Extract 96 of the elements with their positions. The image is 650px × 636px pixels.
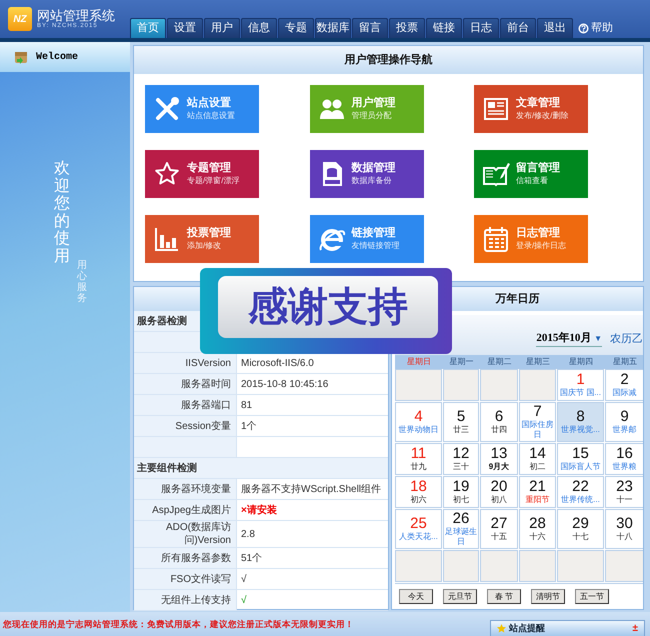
nav-tab[interactable]: 投票	[389, 18, 425, 38]
calendar-day[interactable]: 26 足球诞生日	[443, 509, 479, 549]
nav-tab[interactable]: 设置	[167, 18, 203, 38]
calendar-day[interactable]: 23 十一	[605, 476, 643, 508]
calendar-icon	[482, 225, 510, 253]
nav-tile[interactable]: 链接管理 友情链接管理	[310, 215, 424, 263]
calendar-day[interactable]: 20 初八	[480, 476, 518, 508]
calendar-day[interactable]: 6 廿四	[480, 402, 518, 442]
calendar-button[interactable]: 元旦节	[443, 589, 477, 604]
weekday-header: 星期三	[519, 355, 557, 369]
weekday-header: 星期日	[395, 355, 443, 369]
calendar-day[interactable]: 16 世界粮	[605, 443, 643, 475]
calendar-day[interactable]: 8 世界视觉...	[557, 402, 604, 442]
field-value: √	[241, 594, 246, 608]
calendar-button[interactable]: 今天	[399, 589, 433, 604]
calendar-day[interactable]: 22 世界传统...	[557, 476, 604, 508]
calendar-day[interactable]: 27 十五	[480, 509, 518, 549]
calendar-day[interactable]: 5 廿三	[443, 402, 479, 442]
nav-tab[interactable]: 用户	[204, 18, 240, 38]
field-label: Session变量	[134, 416, 236, 436]
help-icon	[578, 22, 589, 34]
field-value: Microsoft-IIS/6.0	[241, 356, 314, 370]
field-label: AspJpeg生成图片	[134, 500, 236, 520]
month-select[interactable]: 2015年10月 ▼	[536, 330, 602, 347]
weekday-header: 星期四	[557, 355, 605, 369]
field-value: 2015-10-8 10:45:16	[241, 378, 328, 392]
field-value: 81	[241, 398, 252, 412]
document-icon	[482, 95, 510, 123]
calendar-day[interactable]: 13 9月大	[480, 443, 518, 475]
calendar-button[interactable]: 清明节	[531, 589, 565, 604]
star-icon	[497, 624, 506, 633]
calendar-day[interactable]: 21 重阳节	[519, 476, 556, 508]
calendar-day[interactable]: 1 国庆节 国...	[557, 369, 604, 401]
weekday-header: 星期二	[480, 355, 519, 369]
app-title: 网站管理系统	[37, 8, 115, 22]
nav-tab[interactable]: 日志	[463, 18, 499, 38]
calendar-button[interactable]: 春 节	[487, 589, 521, 604]
calendar-day[interactable]: 15 国际盲人节	[557, 443, 604, 475]
logo-icon: NZ	[8, 7, 32, 31]
field-label: IISVersion	[134, 353, 236, 373]
nav-tile[interactable]: 专题管理 专题/弹窗/漂浮	[145, 150, 259, 198]
trial-notice: 您现在使用的是宁志网站管理系统：免费试用版本，建议您注册正式版本无限制更实用！	[2, 618, 354, 630]
calendar-day[interactable]: 14 初二	[519, 443, 556, 475]
nav-tile[interactable]: 数据管理 数据库备份	[310, 150, 424, 198]
calendar-day[interactable]: 29 十七	[557, 509, 604, 549]
field-label: 无组件上传支持	[134, 590, 236, 610]
field-value: ×请安装	[241, 503, 277, 518]
field-label: 服务器环境变量	[134, 479, 236, 499]
nav-tab[interactable]: 退出	[537, 18, 573, 38]
calendar-day[interactable]: 2 国际减	[605, 369, 643, 401]
field-value: √	[241, 572, 246, 586]
weekday-header: 星期五	[605, 355, 643, 369]
calendar-day[interactable]: 19 初七	[443, 476, 479, 508]
calendar-day[interactable]: 28 十六	[519, 509, 556, 549]
field-label: 所有服务器参数	[134, 548, 236, 568]
calendar-day[interactable]: 25 人类天花...	[395, 509, 442, 549]
calendar-day[interactable]: 12 三十	[443, 443, 479, 475]
nav-tile[interactable]: 站点设置 站点信息设置	[145, 85, 259, 133]
nav-tab[interactable]: 留言	[352, 18, 388, 38]
welcome-slogan: 欢迎您的使用	[54, 160, 70, 266]
field-label: ADO(数据库访问)Version	[134, 521, 236, 547]
nav-tile[interactable]: 留言管理 信箱查看	[474, 150, 588, 198]
box-icon	[14, 50, 28, 64]
calendar-day[interactable]: 18 初六	[395, 476, 442, 508]
lunar-year: 农历乙	[610, 332, 643, 346]
nav-tab[interactable]: 专题	[278, 18, 314, 38]
section-header: 主要组件检测	[134, 458, 388, 478]
field-label: 服务器端口	[134, 395, 236, 415]
field-label: FSO文件读写	[134, 569, 236, 589]
welcome-text: Welcome	[36, 50, 78, 64]
nav-tab[interactable]: 信息	[241, 18, 277, 38]
banner-text: 感谢支持	[218, 276, 438, 338]
nav-tab[interactable]: 链接	[426, 18, 462, 38]
service-motto: 用心服务	[77, 260, 87, 304]
weekday-header: 星期一	[443, 355, 480, 369]
tools-icon	[153, 95, 181, 123]
field-value: 51个	[241, 552, 262, 566]
nav-tile[interactable]: 投票管理 添加/修改	[145, 215, 259, 263]
help-link[interactable]: 帮助	[591, 20, 613, 36]
nav-tab[interactable]: 数据库	[315, 18, 351, 38]
field-value: 服务器不支持WScript.Shell组件	[241, 482, 382, 496]
calendar-day[interactable]: 11 廿九	[395, 443, 442, 475]
panel-title: 用户管理操作导航	[134, 46, 643, 74]
calendar-button[interactable]: 五一节	[575, 589, 609, 604]
nav-tab[interactable]: 前台	[500, 18, 536, 38]
book-pen-icon	[482, 160, 510, 188]
calendar-day[interactable]: 7 国际住房日	[519, 402, 556, 442]
reminder-title: 站点提醒	[509, 622, 546, 635]
calendar-day[interactable]: 9 世界邮	[605, 402, 643, 442]
field-value: 1个	[241, 420, 257, 434]
calendar-day[interactable]: 4 世界动物日	[395, 402, 442, 442]
field-value: 2.8	[241, 528, 255, 542]
bar-chart-icon	[153, 225, 181, 253]
calendar-day[interactable]: 30 十八	[605, 509, 643, 549]
nav-tile[interactable]: 文章管理 发布/修改/删除	[474, 85, 588, 133]
field-label: 服务器时间	[134, 374, 236, 394]
